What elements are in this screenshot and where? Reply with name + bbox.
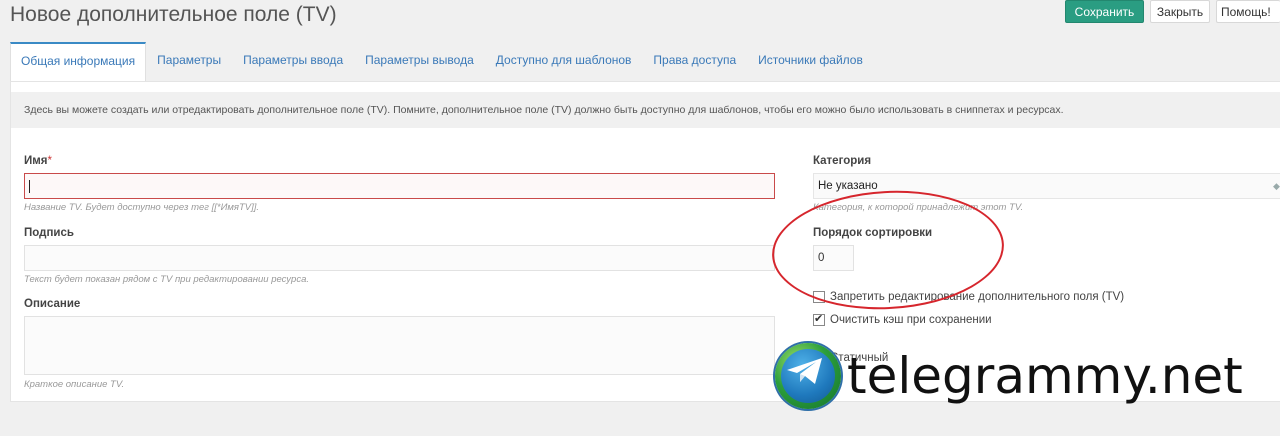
tab-template-access[interactable]: Доступно для шаблонов	[485, 42, 643, 81]
lock-checkbox-label: Запретить редактирование дополнительного…	[830, 291, 1125, 303]
description-label: Описание	[24, 298, 81, 310]
clear-cache-checkbox[interactable]	[813, 312, 825, 326]
category-select[interactable]: Не указано ◆	[813, 173, 1280, 199]
rank-input[interactable]	[813, 245, 854, 271]
page-title: Новое дополнительное поле (TV)	[10, 3, 337, 26]
category-value: Не указано	[818, 180, 878, 192]
save-button[interactable]: Сохранить	[1065, 0, 1144, 23]
toolbar: Сохранить Закрыть Помощь!	[1065, 0, 1280, 23]
chevron-updown-icon: ◆	[1273, 181, 1280, 191]
close-button[interactable]: Закрыть	[1150, 0, 1210, 23]
description-textarea[interactable]	[24, 316, 775, 375]
lock-checkbox[interactable]	[813, 291, 825, 303]
watermark-text: telegrammy.net	[847, 347, 1243, 405]
tab-access-permissions[interactable]: Права доступа	[642, 42, 747, 81]
lock-checkbox-row[interactable]: Запретить редактирование дополнительного…	[813, 291, 1124, 303]
info-notice: Здесь вы можете создать или отредактиров…	[11, 92, 1280, 128]
caption-label: Подпись	[24, 227, 74, 239]
tab-media-sources[interactable]: Источники файлов	[747, 42, 874, 81]
telegram-logo-icon	[775, 343, 841, 409]
tab-bar: Общая информация Параметры Параметры вво…	[10, 42, 874, 81]
clear-cache-checkbox-row[interactable]: Очистить кэш при сохранении	[813, 312, 992, 326]
rank-label: Порядок сортировки	[813, 227, 933, 239]
category-label: Категория	[813, 155, 872, 167]
tab-properties[interactable]: Параметры	[146, 42, 232, 81]
clear-cache-checkbox-label: Очистить кэш при сохранении	[830, 314, 992, 326]
required-mark: *	[47, 155, 52, 167]
tab-output-options[interactable]: Параметры вывода	[354, 42, 485, 81]
description-hint: Краткое описание TV.	[24, 379, 125, 390]
name-hint: Название TV. Будет доступно через тег [[…	[24, 202, 260, 213]
help-button[interactable]: Помощь!	[1216, 0, 1280, 23]
name-label-text: Имя	[24, 155, 48, 167]
tab-input-options[interactable]: Параметры ввода	[232, 42, 354, 81]
name-label: Имя*	[24, 155, 52, 167]
caption-hint: Текст будет показан рядом с TV при редак…	[24, 274, 310, 285]
text-cursor	[29, 180, 30, 193]
name-input[interactable]	[24, 173, 775, 199]
watermark: telegrammy.net	[775, 343, 1243, 409]
caption-input[interactable]	[24, 245, 775, 271]
tab-general[interactable]: Общая информация	[10, 42, 147, 81]
category-hint: Категория, к которой принадлежит этот TV…	[813, 202, 1024, 213]
